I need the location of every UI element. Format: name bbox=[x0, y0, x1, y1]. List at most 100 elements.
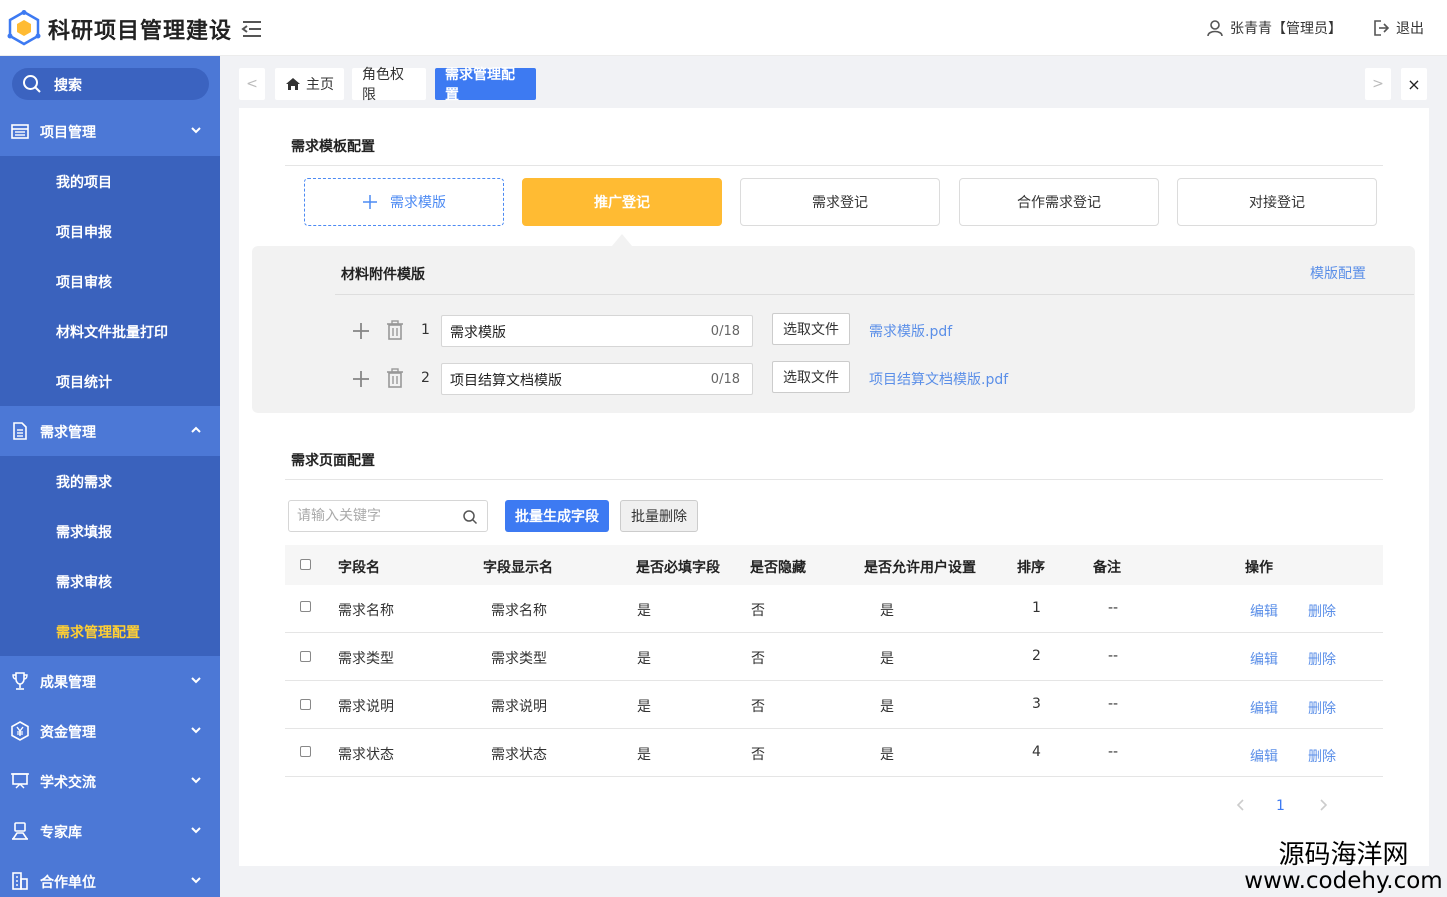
delete-link[interactable]: 删除 bbox=[1308, 698, 1336, 718]
template-name-value: 项目结算文档模版 bbox=[450, 373, 562, 389]
cell-display: 需求类型 bbox=[491, 651, 547, 667]
delete-link[interactable]: 删除 bbox=[1308, 746, 1336, 766]
sidebar-item-my-demands[interactable]: 我的需求 bbox=[56, 472, 112, 492]
tab-demand-config[interactable]: 需求管理配置 bbox=[435, 67, 536, 103]
sidebar-item-project-apply[interactable]: 项目申报 bbox=[56, 222, 112, 242]
chevron-down-icon bbox=[191, 777, 201, 784]
template-promotion-registration[interactable]: 推广登记 bbox=[522, 178, 722, 226]
table-header bbox=[285, 545, 1383, 585]
user-menu[interactable]: 张青青【管理员】 bbox=[1206, 18, 1342, 38]
add-template-button[interactable]: 需求模版 bbox=[304, 178, 504, 226]
template-cooperation-registration[interactable]: 合作需求登记 bbox=[959, 178, 1159, 226]
add-template-label: 需求模版 bbox=[390, 195, 446, 211]
cell-remark: -- bbox=[1108, 600, 1119, 616]
pager-next-icon[interactable] bbox=[1316, 798, 1330, 812]
pick-file-button[interactable]: 选取文件 bbox=[772, 313, 850, 345]
batch-generate-button[interactable]: 批量生成字段 bbox=[505, 500, 609, 532]
add-row-plus-icon[interactable] bbox=[352, 322, 370, 340]
sidebar-item-demand-fill[interactable]: 需求填报 bbox=[56, 522, 112, 542]
sidebar-item-project-stats[interactable]: 项目统计 bbox=[56, 372, 112, 392]
logout-button[interactable]: 退出 bbox=[1372, 18, 1424, 38]
home-icon bbox=[286, 78, 300, 90]
cell-required: 是 bbox=[637, 603, 651, 619]
logout-label: 退出 bbox=[1396, 21, 1424, 37]
project-icon bbox=[11, 124, 29, 139]
pick-file-button[interactable]: 选取文件 bbox=[772, 361, 850, 393]
row-number: 1 bbox=[421, 322, 430, 338]
template-name-input[interactable]: 项目结算文档模版 0/18 bbox=[441, 363, 753, 395]
column-header: 字段名 bbox=[338, 560, 380, 576]
divider bbox=[285, 165, 1383, 166]
tab-role-permission[interactable]: 角色权限 bbox=[352, 67, 426, 103]
menu-group-partner[interactable]: 合作单位 bbox=[0, 856, 220, 897]
sidebar-item-batch-print[interactable]: 材料文件批量打印 bbox=[56, 322, 168, 342]
row-checkbox[interactable] bbox=[300, 699, 311, 710]
menu-group-label: 资金管理 bbox=[40, 725, 96, 741]
trash-icon[interactable] bbox=[386, 368, 404, 388]
presentation-icon bbox=[11, 773, 29, 789]
row-checkbox[interactable] bbox=[300, 601, 311, 612]
template-docking-registration[interactable]: 对接登记 bbox=[1177, 178, 1377, 226]
cell-user-set: 是 bbox=[880, 651, 894, 667]
column-header: 操作 bbox=[1245, 560, 1273, 576]
edit-link[interactable]: 编辑 bbox=[1250, 601, 1278, 621]
select-all-checkbox[interactable] bbox=[300, 559, 311, 570]
tab-home[interactable]: 主页 bbox=[275, 68, 344, 100]
row-checkbox[interactable] bbox=[300, 651, 311, 662]
attachment-file-link[interactable]: 需求模版.pdf bbox=[869, 321, 952, 341]
cell-required: 是 bbox=[637, 747, 651, 763]
batch-delete-button[interactable]: 批量删除 bbox=[620, 500, 698, 532]
template-name-input[interactable]: 需求模版 0/18 bbox=[441, 315, 753, 347]
cell-user-set: 是 bbox=[880, 603, 894, 619]
tab-scroll-right-button[interactable]: > bbox=[1365, 68, 1391, 100]
user-name: 张青青【管理员】 bbox=[1230, 21, 1342, 37]
menu-group-expert[interactable]: 专家库 bbox=[0, 806, 220, 856]
sidebar-item-my-projects[interactable]: 我的项目 bbox=[56, 172, 112, 192]
attachment-file-link[interactable]: 项目结算文档模版.pdf bbox=[869, 369, 1008, 389]
menu-group-achievement[interactable]: 成果管理 bbox=[0, 656, 220, 706]
cell-required: 是 bbox=[637, 651, 651, 667]
sidebar-item-demand-review[interactable]: 需求审核 bbox=[56, 572, 112, 592]
cell-user-set: 是 bbox=[880, 699, 894, 715]
edit-link[interactable]: 编辑 bbox=[1250, 698, 1278, 718]
yuan-icon bbox=[11, 721, 29, 741]
keyword-search-field[interactable] bbox=[288, 500, 488, 532]
char-count: 0/18 bbox=[710, 372, 740, 387]
cell-order: 4 bbox=[1032, 744, 1041, 760]
menu-group-label: 需求管理 bbox=[40, 425, 96, 441]
menu-group-fund[interactable]: 资金管理 bbox=[0, 706, 220, 756]
column-header: 是否隐藏 bbox=[750, 560, 806, 576]
trash-icon[interactable] bbox=[386, 320, 404, 340]
tab-label: 需求管理配置 bbox=[445, 67, 515, 103]
row-checkbox[interactable] bbox=[300, 746, 311, 757]
edit-link[interactable]: 编辑 bbox=[1250, 649, 1278, 669]
submenu-project: 我的项目 项目申报 项目审核 材料文件批量打印 项目统计 bbox=[0, 156, 220, 406]
close-tabs-button[interactable]: × bbox=[1401, 68, 1427, 100]
sidebar-item-demand-config[interactable]: 需求管理配置 bbox=[56, 622, 140, 642]
search-icon[interactable] bbox=[462, 509, 478, 525]
sidebar-item-project-review[interactable]: 项目审核 bbox=[56, 272, 112, 292]
template-config-link[interactable]: 模版配置 bbox=[1310, 263, 1366, 283]
menu-group-project[interactable]: 项目管理 bbox=[0, 106, 220, 156]
tab-scroll-left-button[interactable]: < bbox=[239, 68, 265, 100]
cell-user-set: 是 bbox=[880, 747, 894, 763]
document-icon bbox=[13, 422, 27, 440]
menu-group-demand[interactable]: 需求管理 bbox=[0, 406, 220, 456]
menu-collapse-icon[interactable] bbox=[240, 18, 264, 40]
building-icon bbox=[12, 872, 28, 890]
cell-display: 需求名称 bbox=[491, 603, 547, 619]
cell-hidden: 否 bbox=[751, 651, 765, 667]
add-row-plus-icon[interactable] bbox=[352, 370, 370, 388]
keyword-input[interactable] bbox=[289, 501, 459, 531]
sidebar-search[interactable]: 搜索 bbox=[12, 68, 209, 100]
delete-link[interactable]: 删除 bbox=[1308, 601, 1336, 621]
pager-current-page[interactable]: 1 bbox=[1276, 798, 1285, 814]
watermark-line-2: www.codehy.com bbox=[1244, 868, 1443, 894]
edit-link[interactable]: 编辑 bbox=[1250, 746, 1278, 766]
chevron-down-icon bbox=[191, 877, 201, 884]
menu-group-academic[interactable]: 学术交流 bbox=[0, 756, 220, 806]
template-demand-registration[interactable]: 需求登记 bbox=[740, 178, 940, 226]
pager-prev-icon[interactable] bbox=[1234, 798, 1248, 812]
delete-link[interactable]: 删除 bbox=[1308, 649, 1336, 669]
row-divider bbox=[285, 632, 1383, 633]
